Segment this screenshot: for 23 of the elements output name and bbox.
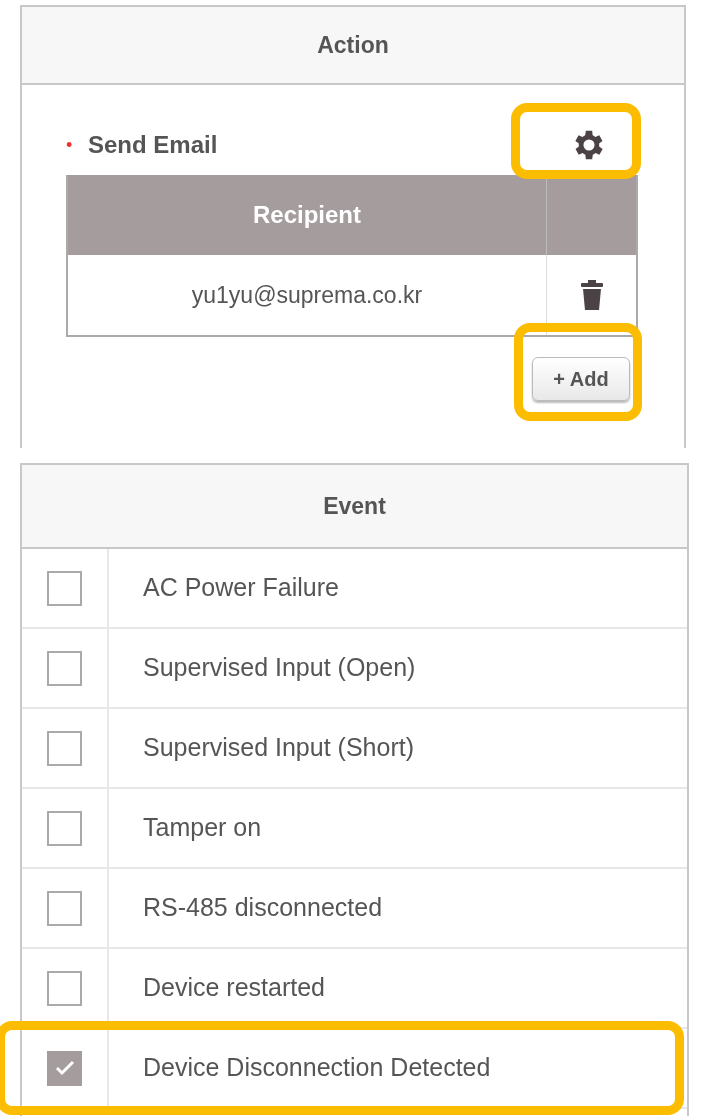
event-label: Device Disconnection Detected [142,1052,491,1084]
checkbox[interactable] [47,570,82,606]
event-label: AC Power Failure [142,572,339,604]
event-label: Supervised Input (Short) [142,732,414,764]
column-header: Recipient [253,200,361,230]
checkbox[interactable] [47,1050,82,1086]
event-label: RS-485 disconnected [142,892,383,924]
section-label: Send Email [88,130,218,160]
checkbox[interactable] [47,970,82,1006]
required-marker: • [66,133,74,157]
table-cell-text: yu1yu@suprema.co.kr [191,280,423,310]
event-label: Supervised Input (Open) [142,652,416,684]
checkbox[interactable] [47,650,82,686]
checkbox[interactable] [47,730,82,766]
delete-icon[interactable] [580,280,603,310]
event-label: Tamper on [142,812,262,844]
check-icon [54,1060,75,1076]
panel-title: Action [317,30,389,60]
checkbox[interactable] [47,810,82,846]
add-button[interactable]: + Add [532,357,630,401]
event-label: Device restarted [142,972,326,1004]
panel-title: Event [323,491,386,521]
checkbox[interactable] [47,890,82,926]
